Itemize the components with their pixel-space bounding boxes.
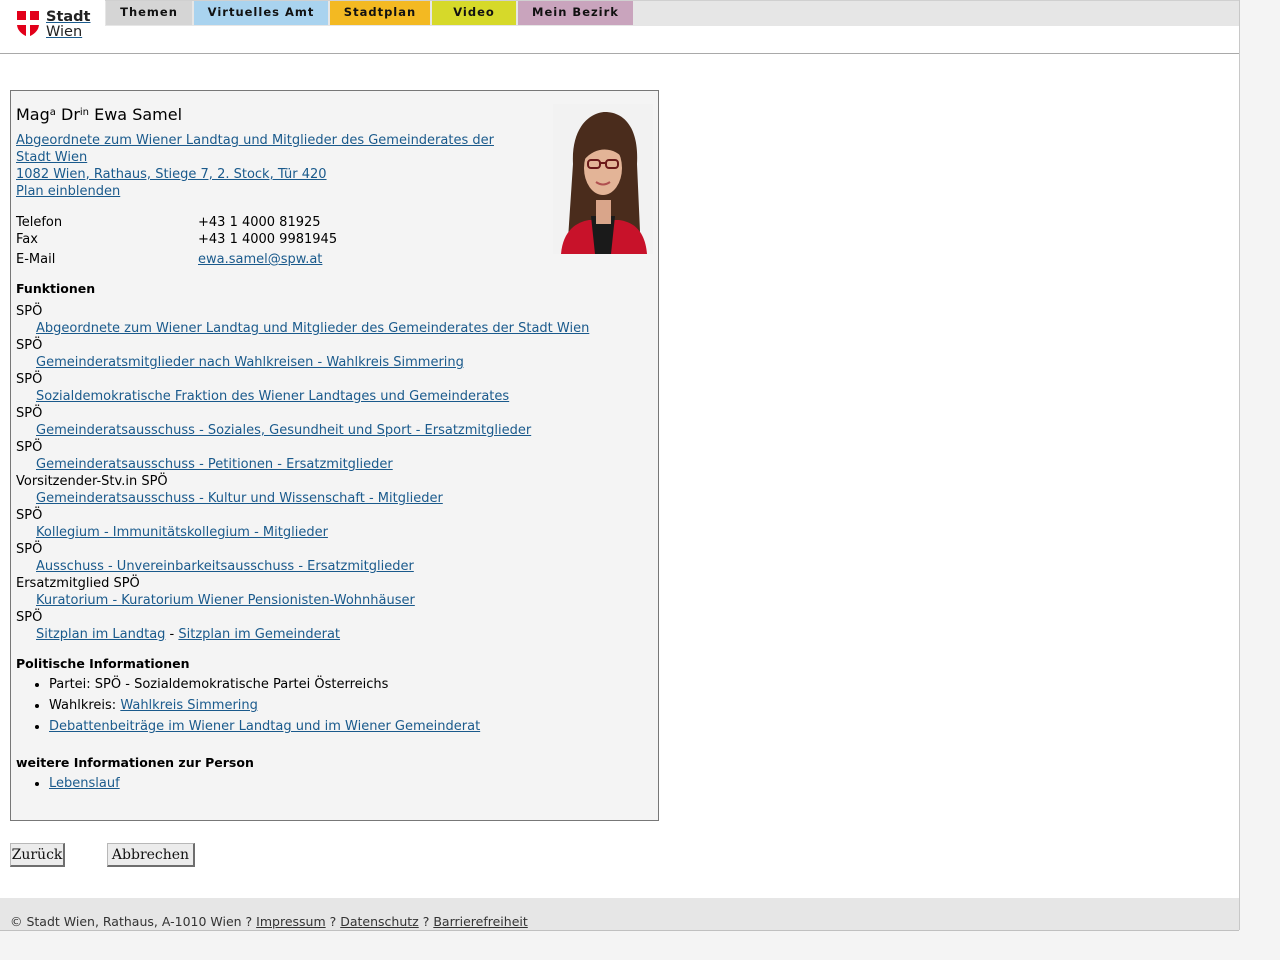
more-info-list: Lebenslauf bbox=[16, 773, 120, 794]
function-role: SPÖ bbox=[16, 610, 43, 625]
function-role: SPÖ bbox=[16, 372, 43, 387]
debates-item: Debattenbeiträge im Wiener Landtag und i… bbox=[49, 716, 480, 737]
function-role: SPÖ bbox=[16, 304, 43, 319]
person-name: Maga Drin Ewa Samel bbox=[16, 105, 183, 124]
fax-value: +43 1 4000 9981945 bbox=[198, 232, 338, 247]
function-role: SPÖ bbox=[16, 542, 43, 557]
function-role: SPÖ bbox=[16, 508, 43, 523]
impressum-link[interactable]: Impressum bbox=[256, 914, 325, 929]
logo-text: Stadt Wien bbox=[46, 9, 91, 40]
function-role: SPÖ bbox=[16, 406, 43, 421]
party-item: Partei: SPÖ - Sozialdemokratische Partei… bbox=[49, 674, 480, 695]
fax-label: Fax bbox=[16, 232, 38, 247]
sitzplan-separator: - bbox=[165, 627, 179, 642]
page: Stadt Wien Themen Virtuelles Amt Stadtpl… bbox=[0, 0, 1240, 931]
role-link-line1[interactable]: Abgeordnete zum Wiener Landtag und Mitgl… bbox=[16, 133, 494, 148]
plan-link[interactable]: Plan einblenden bbox=[16, 184, 120, 199]
footer-copyright: © Stadt Wien, Rathaus, A-1010 Wien ? bbox=[10, 914, 257, 929]
political-info-heading: Politische Informationen bbox=[16, 656, 190, 671]
site-footer: © Stadt Wien, Rathaus, A-1010 Wien ? Imp… bbox=[0, 898, 1239, 931]
person-card: Maga Drin Ewa Samel Abgeordnete zum Wien… bbox=[10, 90, 659, 821]
political-info-list: Partei: SPÖ - Sozialdemokratische Partei… bbox=[16, 674, 480, 737]
phone-label: Telefon bbox=[16, 215, 63, 230]
footer-text: © Stadt Wien, Rathaus, A-1010 Wien ? Imp… bbox=[10, 914, 528, 929]
sitzplan-links: Sitzplan im Landtag - Sitzplan im Gemein… bbox=[36, 627, 340, 642]
email-label: E-Mail bbox=[16, 252, 56, 267]
functions-heading: Funktionen bbox=[16, 281, 96, 296]
function-role: SPÖ bbox=[16, 338, 43, 353]
role-link-line2[interactable]: Stadt Wien bbox=[16, 150, 87, 165]
address-link[interactable]: 1082 Wien, Rathaus, Stiege 7, 2. Stock, … bbox=[16, 167, 327, 182]
portrait-image bbox=[553, 104, 653, 254]
district-link[interactable]: Wahlkreis Simmering bbox=[120, 698, 258, 713]
barrierefreiheit-link[interactable]: Barrierefreiheit bbox=[433, 914, 527, 929]
email-link[interactable]: ewa.samel@spw.at bbox=[198, 252, 322, 267]
function-role: SPÖ bbox=[16, 440, 43, 455]
district-item: Wahlkreis: Wahlkreis Simmering bbox=[49, 695, 480, 716]
debates-link[interactable]: Debattenbeiträge im Wiener Landtag und i… bbox=[49, 719, 480, 734]
tab-virtuelles-amt[interactable]: Virtuelles Amt bbox=[194, 1, 328, 25]
function-link[interactable]: Gemeinderatsmitglieder nach Wahlkreisen … bbox=[36, 355, 464, 370]
more-info-heading: weitere Informationen zur Person bbox=[16, 755, 254, 770]
tab-themen[interactable]: Themen bbox=[106, 1, 192, 25]
function-link[interactable]: Abgeordnete zum Wiener Landtag und Mitgl… bbox=[36, 321, 589, 336]
cancel-button[interactable]: Abbrechen bbox=[107, 843, 195, 867]
tab-mein-bezirk[interactable]: Mein Bezirk bbox=[518, 1, 633, 25]
function-link[interactable]: Gemeinderatsausschuss - Kultur und Wisse… bbox=[36, 491, 443, 506]
function-link[interactable]: Kuratorium - Kuratorium Wiener Pensionis… bbox=[36, 593, 415, 608]
stadt-wien-logo[interactable]: Stadt Wien bbox=[16, 10, 90, 40]
sitzplan-gemeinderat-link[interactable]: Sitzplan im Gemeinderat bbox=[178, 627, 340, 642]
portrait-photo bbox=[553, 104, 653, 254]
function-role: Ersatzmitglied SPÖ bbox=[16, 576, 140, 591]
function-link[interactable]: Kollegium - Immunitätskollegium - Mitgli… bbox=[36, 525, 328, 540]
function-link[interactable]: Gemeinderatsausschuss - Soziales, Gesund… bbox=[36, 423, 531, 438]
site-header: Stadt Wien Themen Virtuelles Amt Stadtpl… bbox=[0, 0, 1239, 54]
footer-separator: ? bbox=[325, 914, 341, 929]
district-label: Wahlkreis: bbox=[49, 698, 121, 713]
function-link[interactable]: Sozialdemokratische Fraktion des Wiener … bbox=[36, 389, 509, 404]
function-link[interactable]: Ausschuss - Unvereinbarkeitsausschuss - … bbox=[36, 559, 414, 574]
sitzplan-landtag-link[interactable]: Sitzplan im Landtag bbox=[36, 627, 165, 642]
back-button[interactable]: Zurück bbox=[10, 843, 65, 867]
phone-value: +43 1 4000 81925 bbox=[198, 215, 321, 230]
cv-link[interactable]: Lebenslauf bbox=[49, 776, 120, 791]
datenschutz-link[interactable]: Datenschutz bbox=[340, 914, 419, 929]
vienna-shield-icon bbox=[17, 11, 39, 37]
cv-item: Lebenslauf bbox=[49, 773, 120, 794]
tab-stadtplan[interactable]: Stadtplan bbox=[330, 1, 430, 25]
function-role: Vorsitzender-Stv.in SPÖ bbox=[16, 474, 168, 489]
footer-separator: ? bbox=[418, 914, 434, 929]
tab-video[interactable]: Video bbox=[432, 1, 516, 25]
function-link[interactable]: Gemeinderatsausschuss - Petitionen - Ers… bbox=[36, 457, 393, 472]
